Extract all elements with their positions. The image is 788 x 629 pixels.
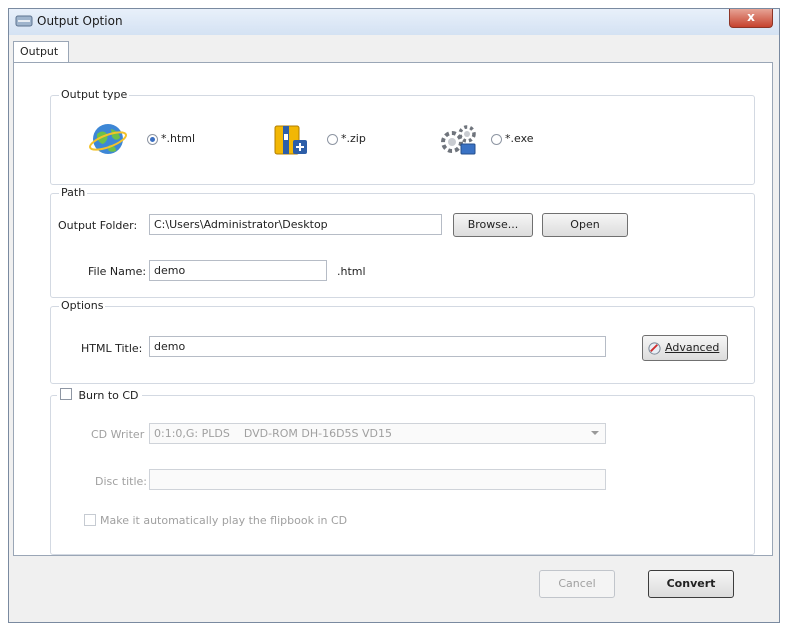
- disc-title-label: Disc title:: [95, 475, 148, 488]
- advanced-label: Advanced: [665, 341, 720, 354]
- globe-icon: [89, 124, 127, 154]
- app-icon: [15, 15, 33, 27]
- output-type-html[interactable]: *.html: [89, 120, 219, 160]
- advanced-button[interactable]: Advanced: [642, 335, 728, 361]
- html-radio[interactable]: [147, 134, 158, 145]
- output-folder-input[interactable]: C:\Users\Administrator\Desktop: [149, 214, 442, 235]
- file-name-input[interactable]: demo: [149, 260, 327, 281]
- output-type-title: Output type: [59, 88, 130, 101]
- open-button[interactable]: Open: [542, 213, 628, 237]
- advanced-settings-icon: [648, 342, 661, 355]
- output-type-zip[interactable]: *.zip: [271, 120, 401, 160]
- burn-to-cd-checkbox-row[interactable]: Burn to CD: [57, 388, 142, 404]
- options-title: Options: [59, 299, 106, 312]
- cd-writer-value: 0:1:0,G: PLDS DVD-ROM DH-16D5S VD15: [154, 427, 393, 440]
- html-label: *.html: [161, 132, 196, 145]
- path-group: Path Output Folder: C:\Users\Administrat…: [50, 186, 755, 298]
- cd-writer-select[interactable]: 0:1:0,G: PLDS DVD-ROM DH-16D5S VD15: [149, 423, 606, 444]
- autoplay-checkbox[interactable]: [84, 514, 96, 526]
- autoplay-label: Make it automatically play the flipbook …: [100, 514, 348, 527]
- output-type-group: Output type *.html *.zip *.exe: [50, 88, 755, 185]
- title-bar: Output Option x: [9, 9, 779, 36]
- zip-archive-icon: [274, 125, 307, 155]
- cd-writer-label: CD Writer: [91, 428, 145, 441]
- burn-group: Burn to CD CD Writer 0:1:0,G: PLDS DVD-R…: [50, 388, 755, 555]
- output-option-window: Output Option x Output Output type *.htm…: [8, 8, 780, 623]
- window-title: Output Option: [37, 14, 123, 28]
- html-title-label: HTML Title:: [81, 342, 143, 355]
- path-title: Path: [59, 186, 88, 199]
- close-button[interactable]: x: [729, 9, 773, 28]
- zip-radio[interactable]: [327, 134, 338, 145]
- tab-strip: Output: [9, 35, 779, 63]
- convert-button[interactable]: Convert: [648, 570, 734, 598]
- output-tab-panel: Output type *.html *.zip *.exe Path Outp…: [13, 62, 773, 556]
- burn-to-cd-label: Burn to CD: [78, 388, 139, 402]
- file-extension: .html: [337, 265, 366, 278]
- exe-label: *.exe: [505, 132, 534, 145]
- options-group: Options HTML Title: demo Advanced: [50, 299, 755, 384]
- gears-icon: [441, 125, 476, 155]
- chevron-down-icon: [591, 431, 599, 435]
- tab-output[interactable]: Output: [13, 41, 69, 63]
- cancel-button[interactable]: Cancel: [539, 570, 615, 598]
- disc-title-input[interactable]: [149, 469, 606, 490]
- exe-radio[interactable]: [491, 134, 502, 145]
- zip-label: *.zip: [341, 132, 366, 145]
- output-folder-label: Output Folder:: [58, 219, 138, 232]
- dialog-footer: Cancel Convert: [9, 556, 779, 622]
- browse-button[interactable]: Browse...: [453, 213, 533, 237]
- output-type-exe[interactable]: *.exe: [439, 120, 569, 160]
- file-name-label: File Name:: [88, 265, 147, 278]
- html-title-input[interactable]: demo: [149, 336, 606, 357]
- burn-to-cd-checkbox[interactable]: [60, 388, 72, 400]
